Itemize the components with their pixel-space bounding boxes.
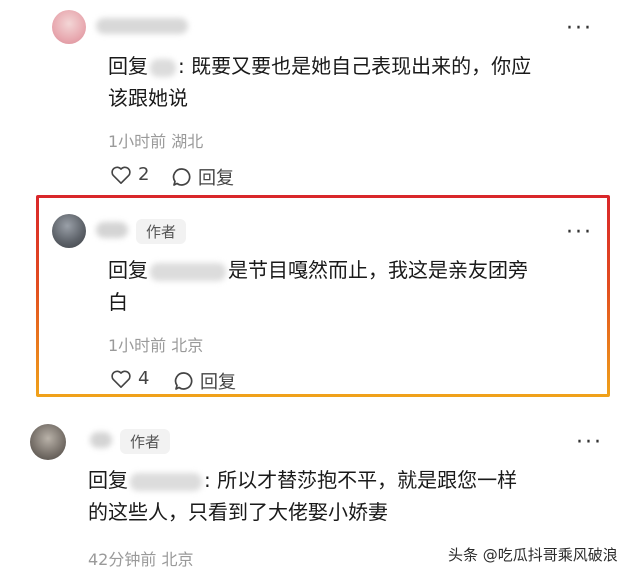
author-badge: 作者	[120, 429, 171, 454]
reply-button[interactable]: 回复	[172, 164, 234, 190]
comment-meta: 1小时前 湖北	[108, 128, 203, 152]
avatar[interactable]	[52, 214, 86, 248]
comment-body: : 既要又要也是她自己表现出来的，你应	[178, 54, 532, 78]
mention-blurred[interactable]	[150, 262, 226, 281]
timestamp: 1小时前	[108, 132, 167, 151]
comment-body: : 所以才替莎抱不平，就是跟您一样	[204, 468, 518, 492]
username-blurred[interactable]	[96, 222, 128, 238]
location: 湖北	[171, 132, 204, 151]
mention-blurred[interactable]	[130, 472, 202, 491]
author-badge: 作者	[136, 219, 187, 244]
comment-bubble-icon	[172, 168, 191, 186]
heart-icon	[111, 166, 131, 184]
timestamp: 1小时前	[108, 336, 167, 355]
reply-label: 回复	[198, 168, 234, 189]
like-button[interactable]: 4	[110, 368, 149, 389]
comment-text: 回复 : 既要又要也是她自己表现出来的，你应	[108, 50, 531, 82]
avatar[interactable]	[52, 10, 86, 44]
timestamp: 42分钟前	[88, 550, 157, 569]
more-icon[interactable]: ···	[566, 18, 593, 40]
reply-prefix: 回复	[108, 258, 148, 282]
more-icon[interactable]: ···	[576, 432, 603, 454]
comment-text: 回复 : 所以才替莎抱不平，就是跟您一样	[88, 464, 517, 496]
comment-meta: 1小时前 北京	[108, 332, 203, 356]
mention-blurred[interactable]	[150, 58, 176, 77]
comment-text-cont: 的这些人，只看到了大佬娶小娇妻	[88, 500, 388, 524]
username-blurred[interactable]	[90, 432, 112, 448]
reply-button[interactable]: 回复	[174, 368, 236, 394]
comment-text-cont: 白	[108, 290, 128, 314]
comment-text: 回复 是节目嘎然而止，我这是亲友团旁	[108, 254, 528, 286]
heart-icon	[111, 370, 131, 388]
avatar[interactable]	[30, 424, 66, 460]
reply-label: 回复	[200, 372, 236, 393]
more-icon[interactable]: ···	[566, 222, 593, 244]
watermark: 头条 @吃瓜抖哥乘风破浪	[448, 546, 618, 564]
location: 北京	[161, 550, 194, 569]
username-blurred[interactable]	[96, 18, 188, 34]
comment-meta: 42分钟前 北京	[88, 546, 193, 570]
comment-body: 是节目嘎然而止，我这是亲友团旁	[228, 258, 528, 282]
reply-prefix: 回复	[108, 54, 148, 78]
like-count: 2	[138, 164, 150, 185]
like-button[interactable]: 2	[110, 164, 149, 185]
location: 北京	[171, 336, 204, 355]
reply-prefix: 回复	[88, 468, 128, 492]
comment-bubble-icon	[174, 372, 193, 390]
comment-text-cont: 该跟她说	[108, 86, 188, 110]
like-count: 4	[138, 368, 150, 389]
